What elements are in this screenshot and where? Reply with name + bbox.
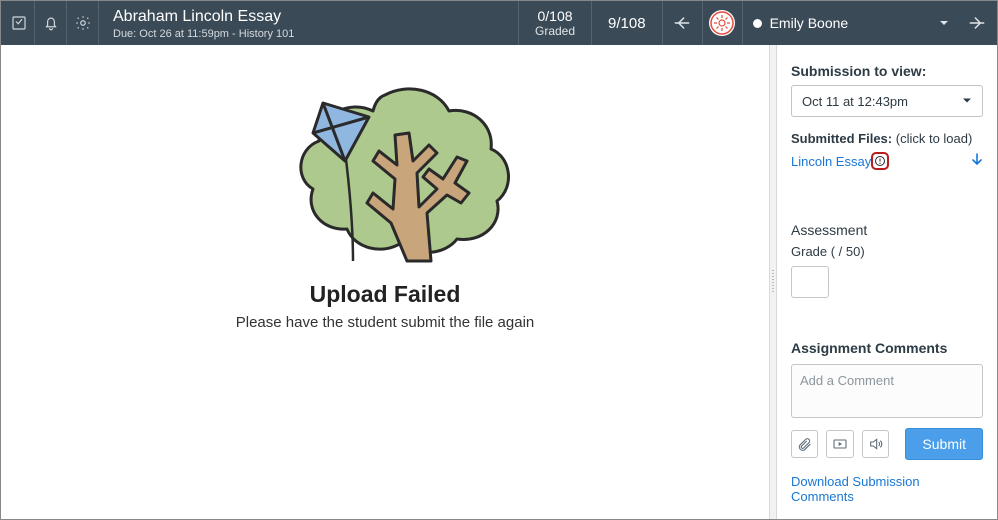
- download-file-icon[interactable]: [971, 153, 983, 170]
- graded-count: 0/108 Graded: [519, 1, 592, 45]
- grade-label: Grade ( / 50): [791, 244, 983, 259]
- assignment-due: Due: Oct 26 at 11:59pm - History 101: [113, 28, 504, 40]
- gradebook-icon[interactable]: [3, 1, 35, 45]
- student-dropdown-button[interactable]: [931, 1, 957, 45]
- next-student-button[interactable]: [957, 1, 997, 45]
- assignment-title: Abraham Lincoln Essay: [113, 8, 504, 26]
- submission-select[interactable]: Oct 11 at 12:43pm: [791, 85, 983, 117]
- prev-student-button[interactable]: [663, 1, 703, 45]
- settings-icon[interactable]: [67, 1, 99, 45]
- body: Upload Failed Please have the student su…: [1, 45, 997, 519]
- sidebar: Submission to view: Oct 11 at 12:43pm Su…: [777, 45, 997, 519]
- panel-splitter[interactable]: [769, 45, 777, 519]
- download-comments-link[interactable]: Download Submission Comments: [791, 474, 983, 504]
- upload-failed-message: Please have the student submit the file …: [236, 314, 535, 331]
- submitted-files-label: Submitted Files: (click to load): [791, 131, 983, 146]
- media-comment-button[interactable]: [826, 430, 853, 458]
- upload-failed-illustration: [235, 73, 535, 263]
- assignment-title-block: Abraham Lincoln Essay Due: Oct 26 at 11:…: [99, 1, 519, 45]
- submitted-file-link[interactable]: Lincoln Essay: [791, 152, 889, 170]
- submission-to-view-label: Submission to view:: [791, 63, 983, 79]
- status-dot-icon: [753, 19, 762, 28]
- student-avatar[interactable]: [703, 1, 743, 45]
- assessment-heading: Assessment: [791, 222, 983, 238]
- file-warning-icon: [871, 152, 889, 170]
- submit-comment-button[interactable]: Submit: [905, 428, 983, 460]
- chevron-down-icon: [962, 94, 972, 109]
- speech-comment-button[interactable]: [862, 430, 889, 458]
- student-paging: 9/108: [592, 1, 663, 45]
- attach-file-button[interactable]: [791, 430, 818, 458]
- speedgrader-app: Abraham Lincoln Essay Due: Oct 26 at 11:…: [0, 0, 998, 520]
- student-name-selector[interactable]: Emily Boone: [743, 1, 931, 45]
- top-bar: Abraham Lincoln Essay Due: Oct 26 at 11:…: [1, 1, 997, 45]
- notifications-icon[interactable]: [35, 1, 67, 45]
- comment-actions: Submit: [791, 428, 983, 460]
- grade-input[interactable]: [791, 266, 829, 298]
- main-panel: Upload Failed Please have the student su…: [1, 45, 769, 519]
- comment-textarea[interactable]: [791, 364, 983, 418]
- upload-failed-title: Upload Failed: [310, 281, 461, 308]
- submitted-file-row: Lincoln Essay: [791, 152, 983, 170]
- comments-heading: Assignment Comments: [791, 340, 983, 356]
